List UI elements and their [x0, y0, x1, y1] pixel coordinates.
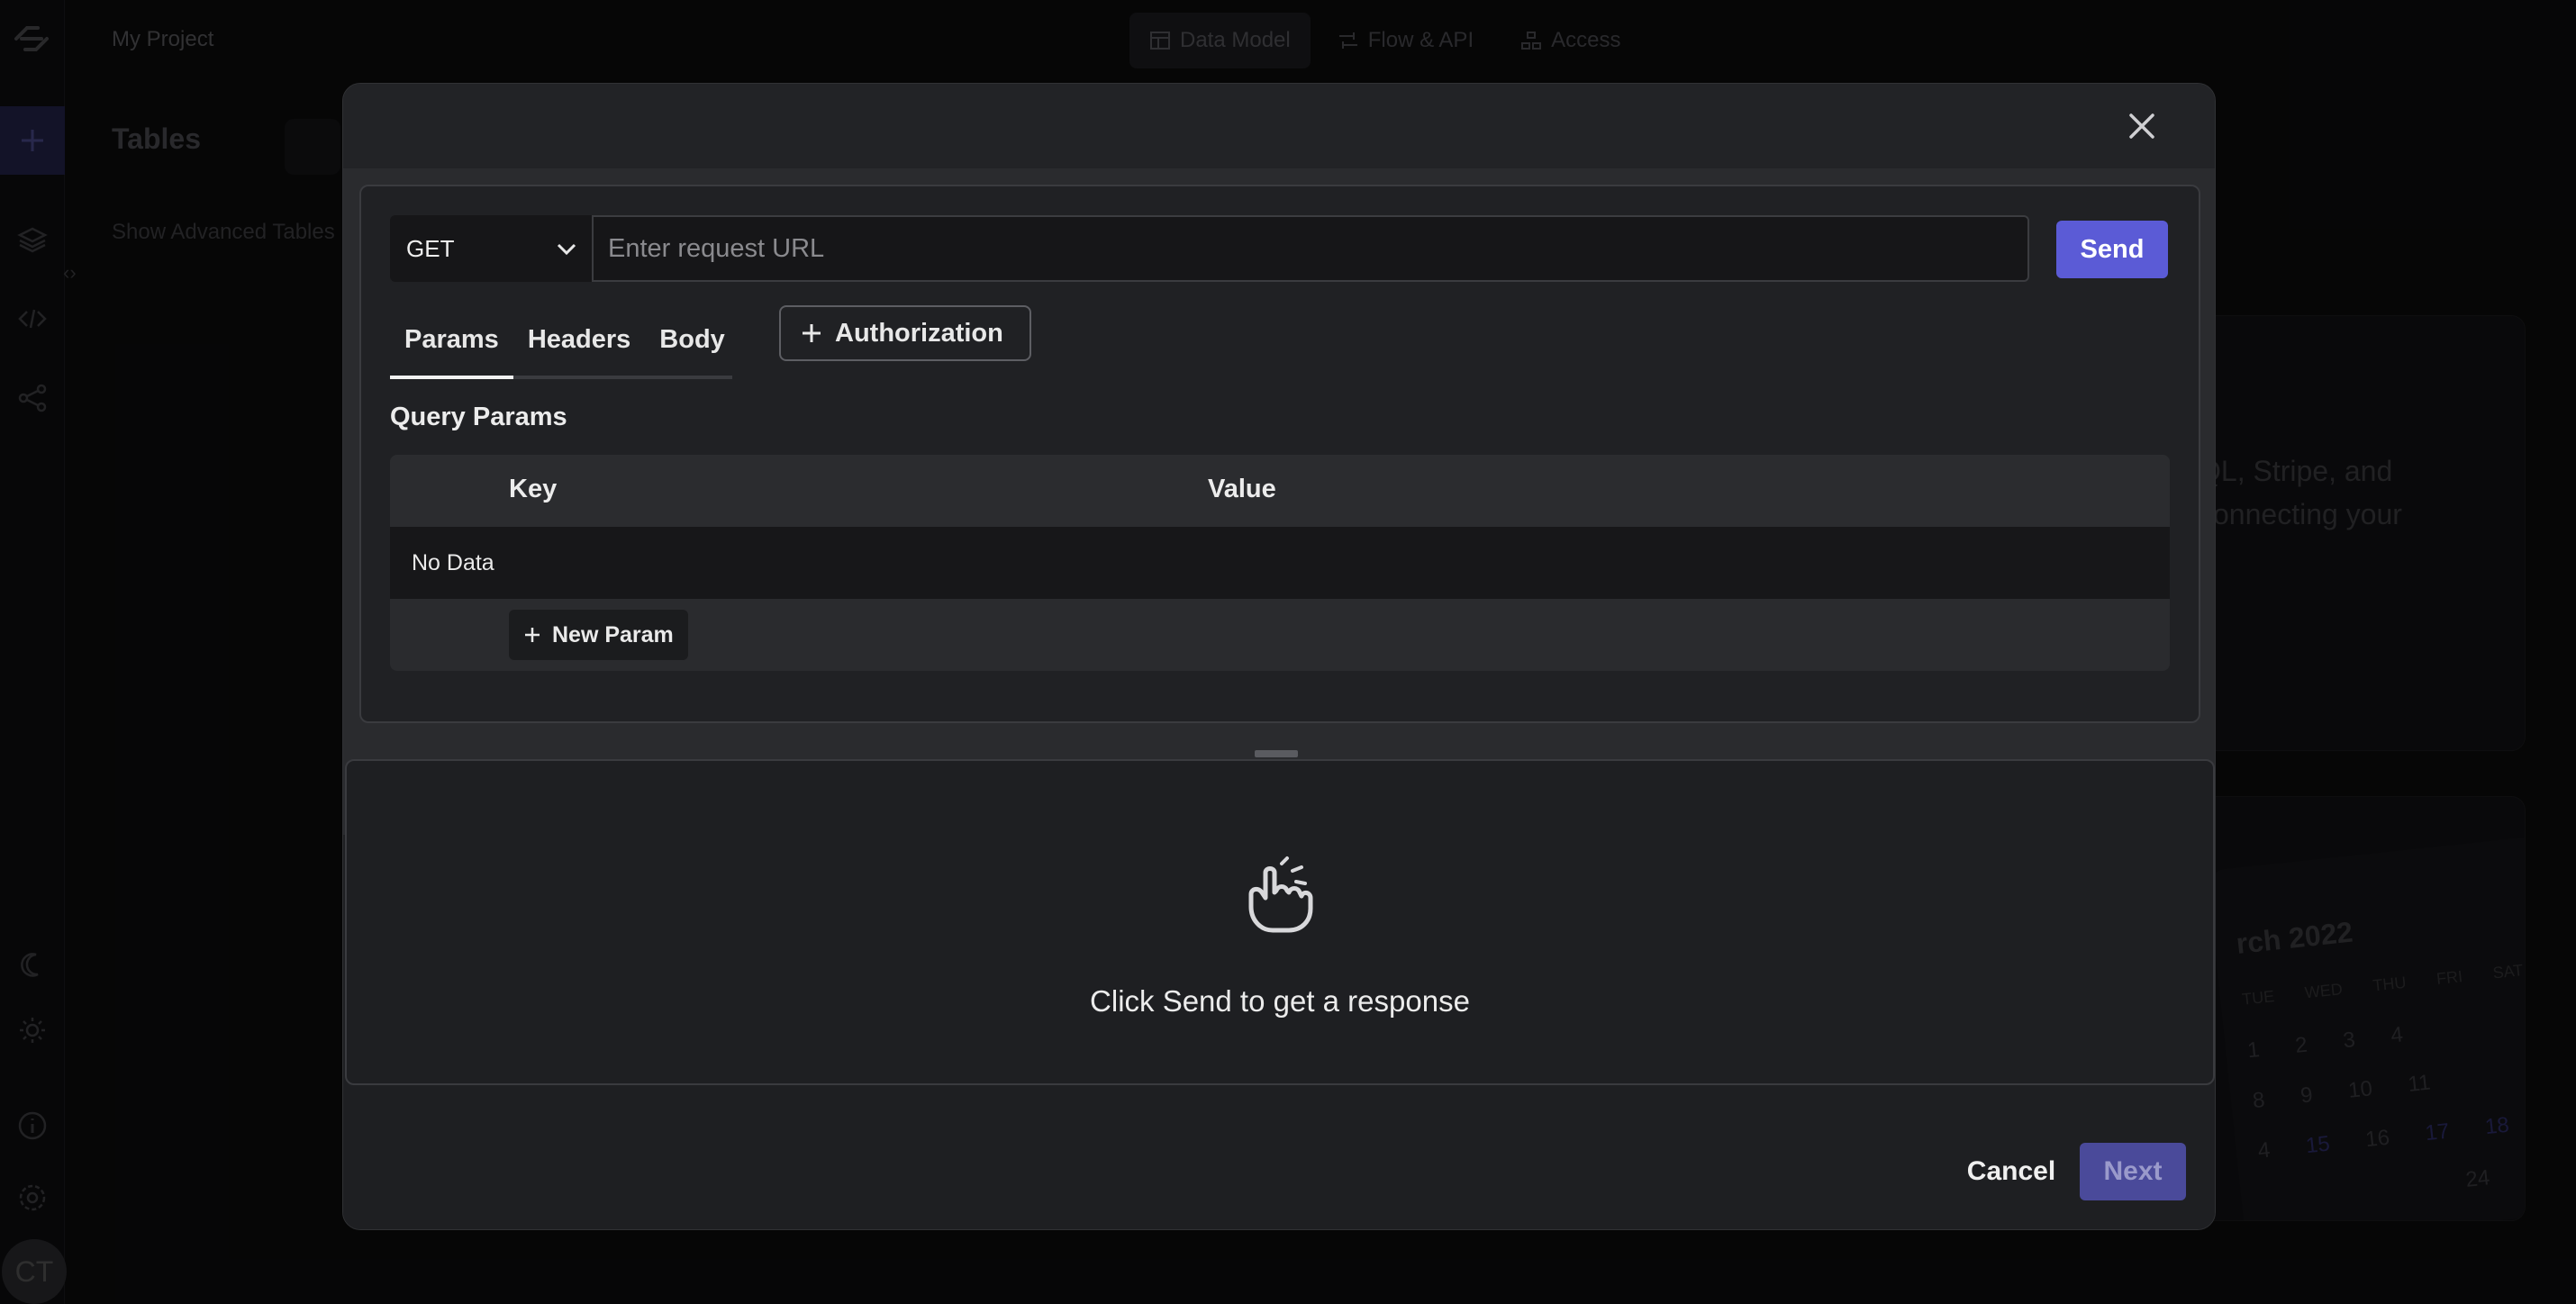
authorization-label: Authorization: [835, 318, 1003, 348]
api-request-modal: GET Send Params Headers Body Authorizati…: [342, 83, 2216, 1230]
empty-state: No Data: [390, 527, 2170, 599]
new-param-label: New Param: [552, 621, 674, 647]
method-value: GET: [406, 234, 455, 262]
request-tabs: Params Headers Body: [390, 303, 732, 379]
response-panel: Click Send to get a response: [345, 759, 2215, 1085]
modal-footer: Cancel Next: [343, 1114, 2215, 1229]
query-params-table: Key Value No Data New Param: [390, 455, 2170, 671]
table-header: Key Value: [390, 455, 2170, 527]
response-placeholder-text: Click Send to get a response: [1090, 984, 1470, 1018]
request-area: GET Send Params Headers Body Authorizati…: [343, 168, 2215, 835]
request-panel: GET Send Params Headers Body Authorizati…: [359, 185, 2200, 723]
method-select[interactable]: GET: [390, 215, 594, 282]
request-url-input[interactable]: [592, 215, 2029, 282]
column-header-key: Key: [509, 475, 558, 503]
next-button[interactable]: Next: [2080, 1143, 2186, 1200]
resize-handle[interactable]: [1255, 750, 1298, 757]
query-params-title: Query Params: [390, 403, 567, 431]
table-footer: New Param: [390, 599, 2170, 671]
authorization-button[interactable]: Authorization: [779, 305, 1031, 361]
pointer-hand-icon: [1248, 856, 1313, 933]
tab-headers[interactable]: Headers: [513, 303, 645, 376]
close-icon: [2129, 113, 2154, 139]
tab-params[interactable]: Params: [390, 303, 513, 379]
close-button[interactable]: [2121, 105, 2163, 147]
column-header-value: Value: [1208, 475, 1276, 503]
plus-icon: [803, 324, 821, 342]
cancel-button[interactable]: Cancel: [1943, 1143, 2080, 1200]
new-param-button[interactable]: New Param: [509, 610, 688, 660]
chevron-down-icon: [557, 243, 576, 256]
send-button[interactable]: Send: [2056, 221, 2168, 278]
modal-header: [343, 84, 2215, 168]
tab-body[interactable]: Body: [645, 303, 739, 376]
plus-icon: [525, 628, 540, 642]
